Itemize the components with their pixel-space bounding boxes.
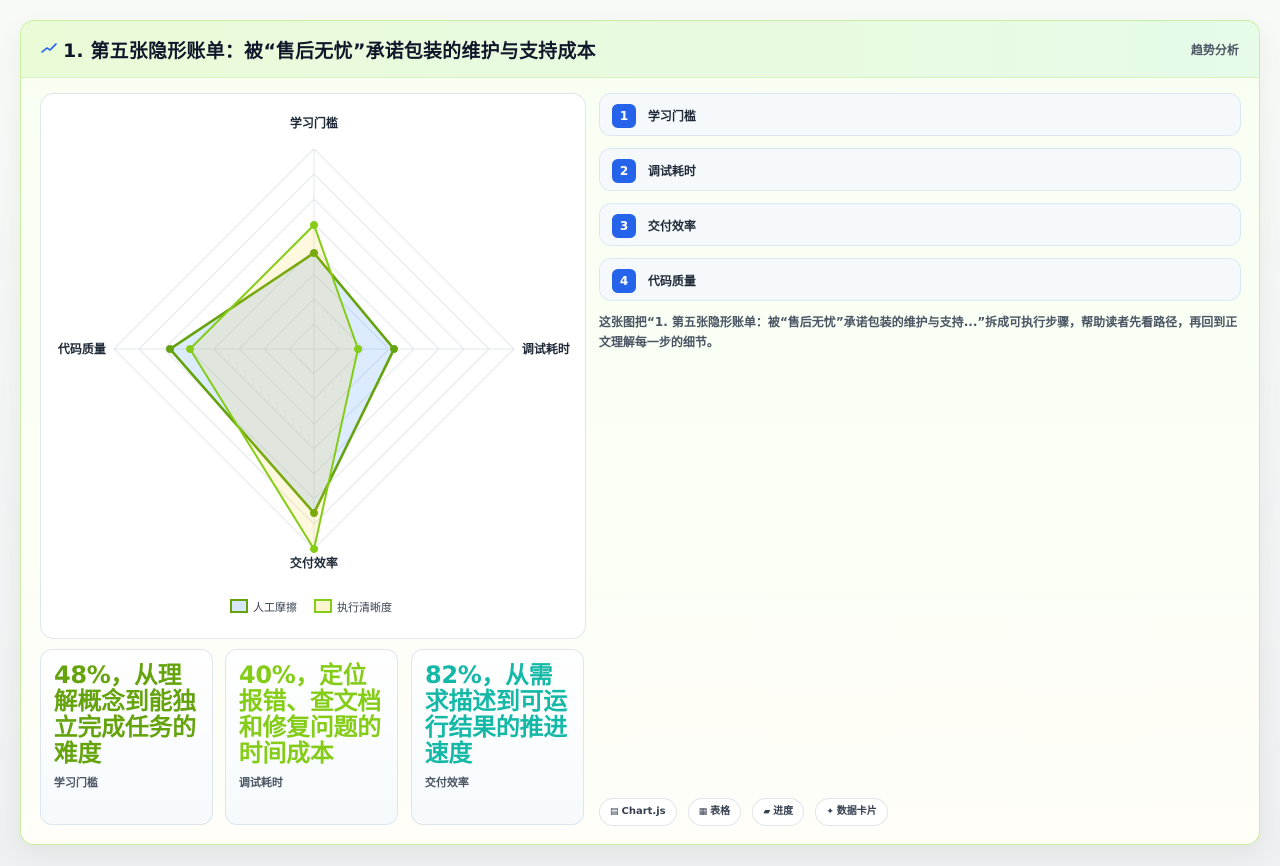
radar-axis-label: 学习门槛 bbox=[290, 115, 338, 130]
stat-value: 82%，从需求描述到可运行结果的推进速度 bbox=[425, 661, 568, 767]
chart-icon: ▤ bbox=[610, 807, 619, 817]
tag-progress[interactable]: ▰ 进度 bbox=[752, 798, 805, 826]
tag-label: 表格 bbox=[710, 806, 731, 817]
stat-label: 交付效率 bbox=[425, 776, 469, 789]
card-header: 1. 第五张隐形账单：被“售后无忧”承诺包装的维护与支持成本 趋势分析 bbox=[21, 21, 1259, 78]
step-list: 1 学习门槛 2 调试耗时 3 交付效率 4 代码质量 bbox=[599, 93, 1241, 313]
radar-data-point bbox=[390, 345, 398, 353]
radar-data-point bbox=[186, 345, 194, 353]
chart-description: 这张图把“1. 第五张隐形账单：被“售后无忧”承诺包装的维护与支持...”拆成可… bbox=[599, 315, 1238, 349]
progress-icon: ▰ bbox=[763, 807, 771, 817]
stat-card-learning: 48%，从理解概念到能独立完成任务的难度 学习门槛 bbox=[40, 649, 213, 825]
tag-table[interactable]: ▦ 表格 bbox=[687, 798, 742, 826]
step-number-badge: 1 bbox=[612, 104, 636, 128]
tag-chartjs[interactable]: ▤ Chart.js bbox=[599, 798, 677, 826]
radar-axis-label: 调试耗时 bbox=[522, 341, 570, 356]
legend-swatch bbox=[230, 599, 248, 613]
page-title: 1. 第五张隐形账单：被“售后无忧”承诺包装的维护与支持成本 bbox=[63, 40, 597, 62]
legend-swatch bbox=[314, 599, 332, 613]
step-label: 调试耗时 bbox=[648, 164, 697, 178]
legend-label: 人工摩擦 bbox=[253, 600, 297, 614]
stat-label: 学习门槛 bbox=[54, 776, 98, 789]
tag-label: 数据卡片 bbox=[836, 806, 877, 817]
content-card: 1. 第五张隐形账单：被“售后无忧”承诺包装的维护与支持成本 趋势分析 学习门槛… bbox=[20, 20, 1260, 845]
radar-data-point bbox=[354, 345, 362, 353]
step-item-4[interactable]: 4 代码质量 bbox=[599, 258, 1241, 301]
tag-label: 进度 bbox=[773, 806, 794, 817]
step-item-3[interactable]: 3 交付效率 bbox=[599, 203, 1241, 246]
sparkle-icon: ✦ bbox=[826, 807, 834, 817]
step-item-2[interactable]: 2 调试耗时 bbox=[599, 148, 1241, 191]
step-label: 学习门槛 bbox=[648, 109, 697, 123]
stat-value: 40%，定位报错、查文档和修复问题的时间成本 bbox=[239, 661, 382, 767]
stat-card-delivery: 82%，从需求描述到可运行结果的推进速度 交付效率 bbox=[411, 649, 584, 825]
step-number-badge: 3 bbox=[612, 214, 636, 238]
radar-data-point bbox=[166, 345, 174, 353]
legend-label: 执行清晰度 bbox=[337, 600, 392, 614]
trend-analysis-link[interactable]: 趋势分析 bbox=[1191, 41, 1239, 58]
stat-value: 48%，从理解概念到能独立完成任务的难度 bbox=[54, 661, 197, 767]
tag-list: ▤ Chart.js ▦ 表格 ▰ 进度 ✦ 数据卡片 bbox=[599, 798, 894, 826]
radar-chart-panel: 学习门槛调试耗时交付效率 代码质量人工摩擦 执行清晰度 bbox=[40, 93, 586, 639]
trend-line-icon bbox=[41, 43, 57, 53]
stat-label: 调试耗时 bbox=[239, 776, 283, 789]
table-icon: ▦ bbox=[698, 807, 708, 817]
step-number-badge: 2 bbox=[612, 159, 636, 183]
tag-label: Chart.js bbox=[621, 806, 666, 817]
step-number-badge: 4 bbox=[612, 269, 636, 293]
radar-chart: 学习门槛调试耗时交付效率 代码质量人工摩擦 执行清晰度 bbox=[57, 115, 570, 614]
radar-axis-label: 代码质量 bbox=[57, 341, 106, 356]
tag-data-card[interactable]: ✦ 数据卡片 bbox=[815, 798, 888, 826]
step-item-1[interactable]: 1 学习门槛 bbox=[599, 93, 1241, 136]
step-label: 交付效率 bbox=[648, 219, 697, 233]
page: 1. 第五张隐形账单：被“售后无忧”承诺包装的维护与支持成本 趋势分析 学习门槛… bbox=[0, 0, 1280, 866]
radar-data-point bbox=[310, 545, 318, 553]
radar-data-point bbox=[310, 221, 318, 229]
stat-card-debugging: 40%，定位报错、查文档和修复问题的时间成本 调试耗时 bbox=[225, 649, 398, 825]
radar-axis-label: 交付效率 bbox=[290, 555, 338, 570]
step-label: 代码质量 bbox=[648, 274, 697, 288]
